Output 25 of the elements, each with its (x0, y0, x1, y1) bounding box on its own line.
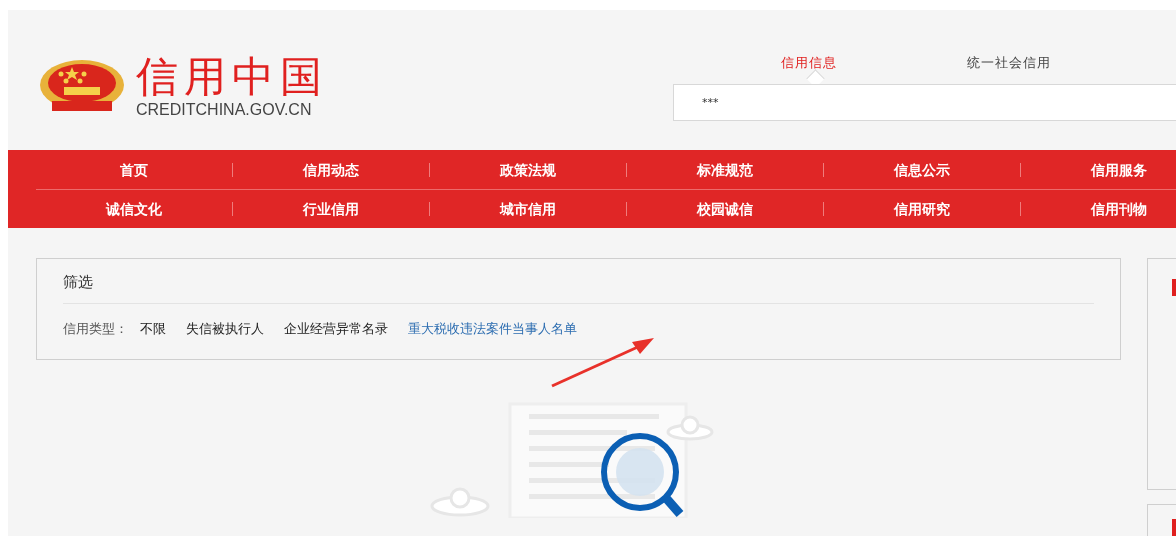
search-tab[interactable]: 统一社会信用 (967, 54, 1051, 84)
nav-link[interactable]: 行业信用 (303, 201, 359, 217)
nav-link[interactable]: 首页 (120, 161, 148, 178)
nav-link[interactable]: 政策法规 (500, 161, 556, 178)
filter-option[interactable]: 重大税收违法案件当事人名单 (408, 320, 577, 338)
nav-link[interactable]: 标准规范 (697, 161, 753, 178)
filter-option[interactable]: 失信被执行人 (186, 320, 264, 338)
nav-link[interactable]: 城市信用 (500, 201, 556, 217)
search-tab[interactable]: 信用信息 (781, 54, 837, 84)
bar-icon (1172, 279, 1176, 296)
site-domain: CREDITCHINA.GOV.CN (136, 100, 313, 120)
filter-title: 筛选 (63, 259, 1094, 304)
filter-label: 信用类型： (63, 320, 128, 338)
filter-option[interactable]: 不限 (140, 320, 166, 338)
bar-icon (1172, 519, 1176, 536)
nav-link[interactable]: 诚信文化 (106, 201, 162, 217)
nav-link[interactable]: 信用刊物 (1091, 201, 1147, 217)
filter-option[interactable]: 企业经营异常名录 (284, 320, 388, 338)
site-title: 信用中国 (136, 54, 328, 100)
nav-link[interactable]: 信用服务 (1091, 161, 1147, 178)
nav-link[interactable]: 信用动态 (303, 161, 359, 178)
nav-link[interactable]: 信用研究 (894, 201, 950, 217)
search-field[interactable]: *** (673, 84, 1176, 121)
nav-link[interactable]: 信息公示 (894, 161, 950, 178)
nav-link[interactable]: 校园诚信 (697, 201, 753, 217)
